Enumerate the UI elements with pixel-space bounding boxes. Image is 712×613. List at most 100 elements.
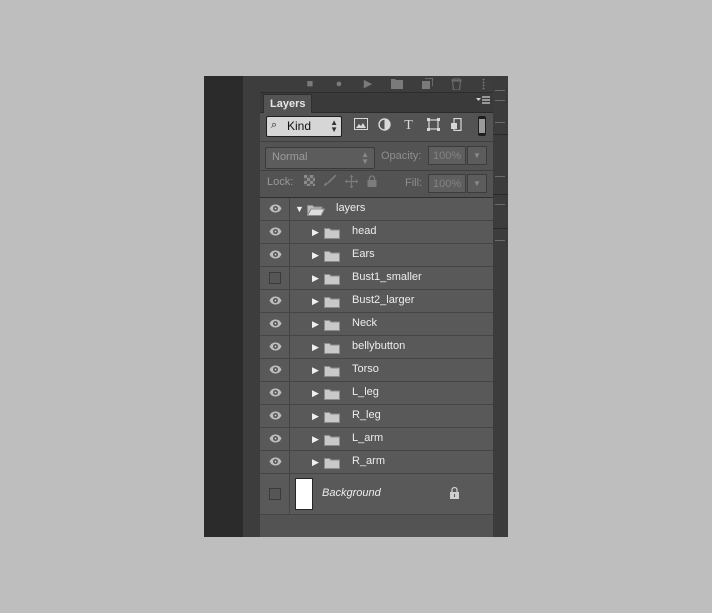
layer-row-r-leg[interactable]: ▶ R_leg bbox=[260, 405, 493, 428]
blend-mode-select[interactable]: Normal ▲ ▼ bbox=[265, 147, 375, 169]
visibility-off-box[interactable] bbox=[269, 272, 281, 284]
expand-arrow-icon[interactable]: ▶ bbox=[312, 410, 322, 422]
layer-name: R_leg bbox=[352, 409, 381, 421]
layer-row-ears[interactable]: ▶ Ears bbox=[260, 244, 493, 267]
eye-visibility-icon[interactable] bbox=[269, 202, 282, 215]
layer-name: layers bbox=[336, 202, 366, 214]
shape-filter-icon[interactable] bbox=[426, 118, 441, 133]
layer-row-r-arm[interactable]: ▶ R_arm bbox=[260, 451, 493, 474]
eye-visibility-icon[interactable] bbox=[269, 248, 282, 261]
lock-position-move-icon[interactable] bbox=[344, 175, 358, 189]
dock-tick bbox=[495, 204, 505, 205]
fill-dropdown-button[interactable]: ▼ bbox=[467, 174, 487, 193]
fill-field[interactable]: 100% bbox=[428, 174, 466, 193]
lock-transparent-icon[interactable] bbox=[302, 175, 316, 189]
opacity-dropdown-button[interactable]: ▼ bbox=[467, 146, 487, 165]
layer-row-bust2-larger[interactable]: ▶ Bust2_larger bbox=[260, 290, 493, 313]
new-set-folder-icon[interactable] bbox=[391, 78, 403, 90]
dock-tick bbox=[495, 240, 505, 241]
visibility-cell[interactable] bbox=[260, 267, 290, 289]
expand-arrow-icon[interactable]: ▶ bbox=[312, 456, 322, 468]
layer-row-background[interactable]: Background bbox=[260, 474, 493, 515]
expand-arrow-icon[interactable]: ▶ bbox=[312, 249, 322, 261]
new-action-icon[interactable] bbox=[421, 77, 434, 90]
eye-visibility-icon[interactable] bbox=[269, 225, 282, 238]
record-icon[interactable]: ● bbox=[333, 78, 345, 90]
dock-tick bbox=[495, 176, 505, 177]
visibility-cell[interactable] bbox=[260, 428, 290, 450]
adjustment-filter-icon[interactable] bbox=[377, 118, 392, 133]
visibility-cell[interactable] bbox=[260, 336, 290, 358]
trash-icon[interactable] bbox=[450, 77, 462, 91]
lock-all-icon[interactable] bbox=[365, 175, 379, 189]
visibility-cell[interactable] bbox=[260, 451, 290, 473]
eye-visibility-icon[interactable] bbox=[269, 294, 282, 307]
layer-row-head[interactable]: ▶ head bbox=[260, 221, 493, 244]
filter-type-select[interactable]: ⌕ Kind ▲ ▼ bbox=[266, 116, 342, 137]
right-dock-strip bbox=[493, 76, 508, 537]
visibility-cell[interactable] bbox=[260, 290, 290, 312]
visibility-cell[interactable] bbox=[260, 474, 290, 514]
layer-name: R_arm bbox=[352, 455, 386, 467]
group-folder-icon bbox=[324, 456, 342, 469]
layer-row-l-arm[interactable]: ▶ L_arm bbox=[260, 428, 493, 451]
layer-row-bellybutton[interactable]: ▶ bellybutton bbox=[260, 336, 493, 359]
dock-separator bbox=[493, 134, 508, 135]
expand-arrow-icon[interactable]: ▶ bbox=[312, 272, 322, 284]
layers-panel: ■ ● ▶ Layers ⌕ Kind ▲ ▼ T Normal ▲ ▼ Opa… bbox=[260, 76, 493, 537]
dock-tick bbox=[495, 122, 505, 123]
eye-visibility-icon[interactable] bbox=[269, 386, 282, 399]
visibility-off-box[interactable] bbox=[269, 488, 281, 500]
layer-name: bellybutton bbox=[352, 340, 406, 352]
eye-visibility-icon[interactable] bbox=[269, 317, 282, 330]
lock-row: Lock: Fill: 100% ▼ bbox=[260, 171, 493, 198]
eye-visibility-icon[interactable] bbox=[269, 432, 282, 445]
group-folder-icon bbox=[324, 341, 342, 354]
dock-tick bbox=[495, 100, 505, 101]
layer-name: Bust1_smaller bbox=[352, 271, 422, 283]
panel-menu-icon[interactable] bbox=[476, 96, 490, 108]
stop-icon[interactable]: ■ bbox=[304, 78, 316, 90]
expand-arrow-icon[interactable]: ▶ bbox=[312, 318, 322, 330]
expand-arrow-icon[interactable]: ▶ bbox=[312, 226, 322, 238]
visibility-cell[interactable] bbox=[260, 198, 290, 220]
smart-object-filter-icon[interactable] bbox=[450, 117, 465, 133]
eye-visibility-icon[interactable] bbox=[269, 409, 282, 422]
dock-tick bbox=[495, 90, 505, 91]
opacity-label: Opacity: bbox=[381, 150, 422, 162]
visibility-cell[interactable] bbox=[260, 313, 290, 335]
layer-row-l-leg[interactable]: ▶ L_leg bbox=[260, 382, 493, 405]
lock-pixels-brush-icon[interactable] bbox=[323, 174, 337, 189]
expand-arrow-icon[interactable]: ▶ bbox=[312, 295, 322, 307]
visibility-cell[interactable] bbox=[260, 405, 290, 427]
filter-row: ⌕ Kind ▲ ▼ T bbox=[260, 113, 493, 141]
tab-layers[interactable]: Layers bbox=[263, 94, 313, 113]
eye-visibility-icon[interactable] bbox=[269, 340, 282, 353]
group-folder-icon bbox=[324, 249, 342, 262]
collapse-arrow-icon[interactable]: ▼ bbox=[295, 203, 305, 215]
expand-arrow-icon[interactable]: ▶ bbox=[312, 364, 322, 376]
expand-arrow-icon[interactable]: ▶ bbox=[312, 433, 322, 445]
expand-arrow-icon[interactable]: ▶ bbox=[312, 387, 322, 399]
opacity-field[interactable]: 100% bbox=[428, 146, 466, 165]
visibility-cell[interactable] bbox=[260, 382, 290, 404]
visibility-cell[interactable] bbox=[260, 244, 290, 266]
expand-arrow-icon[interactable]: ▶ bbox=[312, 341, 322, 353]
visibility-cell[interactable] bbox=[260, 221, 290, 243]
eye-visibility-icon[interactable] bbox=[269, 455, 282, 468]
filter-toggle[interactable] bbox=[478, 116, 486, 136]
actions-toolbar: ■ ● ▶ bbox=[260, 76, 493, 93]
layer-row-layers[interactable]: ▼ layers bbox=[260, 198, 493, 221]
eye-visibility-icon[interactable] bbox=[269, 363, 282, 376]
layer-row-neck[interactable]: ▶ Neck bbox=[260, 313, 493, 336]
layer-row-bust1-smaller[interactable]: ▶ Bust1_smaller bbox=[260, 267, 493, 290]
layer-row-torso[interactable]: ▶ Torso bbox=[260, 359, 493, 382]
fill-label: Fill: bbox=[405, 177, 423, 189]
type-filter-icon[interactable]: T bbox=[401, 118, 416, 133]
visibility-cell[interactable] bbox=[260, 359, 290, 381]
play-icon[interactable]: ▶ bbox=[362, 78, 374, 90]
layer-name: Torso bbox=[352, 363, 379, 375]
search-icon: ⌕ bbox=[271, 119, 278, 131]
pixel-filter-icon[interactable] bbox=[353, 118, 368, 133]
resize-grip-icon[interactable] bbox=[482, 78, 485, 90]
